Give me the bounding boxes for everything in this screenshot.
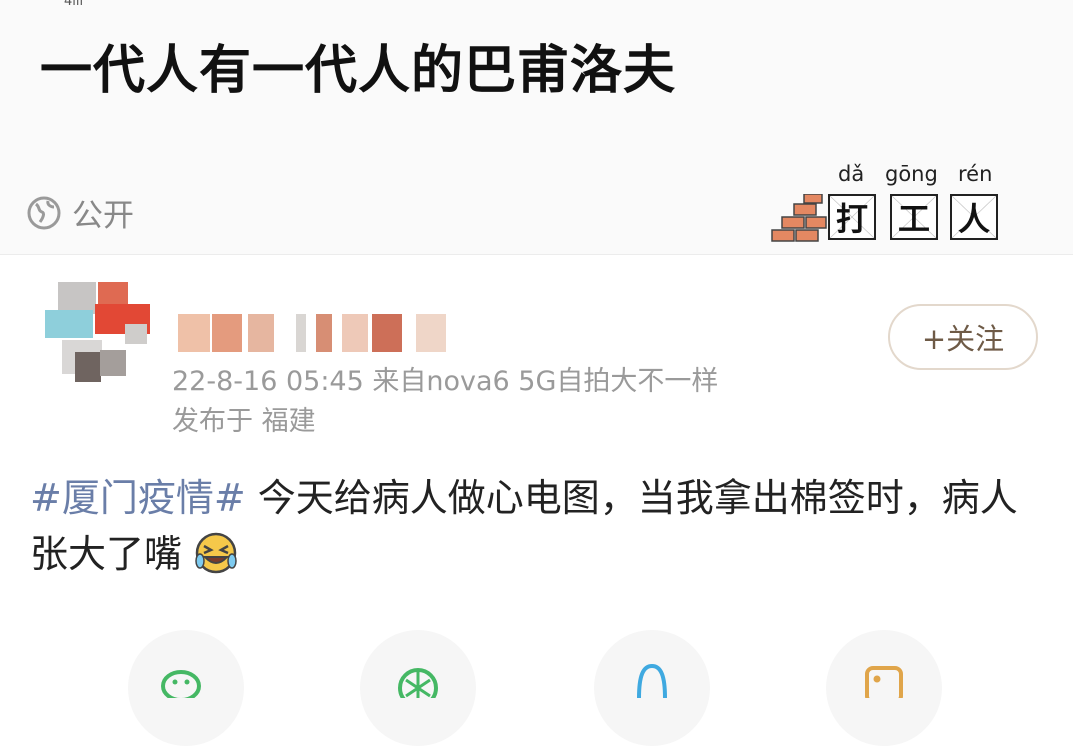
share-moments-button[interactable] <box>360 630 476 746</box>
globe-icon <box>26 195 62 231</box>
pinyin-row: dǎ gōng rén <box>830 162 1010 190</box>
pinyin-ren: rén <box>958 162 993 186</box>
image-icon <box>865 666 903 698</box>
status-mark: 4ill <box>64 0 84 9</box>
post-meta: 22-8-16 05:45 来自nova6 5G自拍大不一样 发布于 福建 <box>172 362 718 442</box>
wechat-icon <box>161 670 201 698</box>
visibility-label: 公开 <box>72 198 134 234</box>
pinyin-da: dǎ <box>838 162 865 186</box>
hashtag-link[interactable]: #厦门疫情# <box>30 476 246 520</box>
follow-button[interactable]: +关注 <box>888 304 1038 370</box>
page-title: 一代人有一代人的巴甫洛夫 <box>40 41 677 101</box>
header-area: 4ill 一代人有一代人的巴甫洛夫 公开 dǎ gōng rén 打 工 人 <box>0 0 1073 255</box>
laughing-tears-emoji <box>194 531 238 575</box>
share-action-bar <box>0 630 1073 746</box>
post-location: 发布于 福建 <box>172 406 316 437</box>
share-qq-button[interactable] <box>594 630 710 746</box>
moments-icon <box>398 668 438 698</box>
sticker-char-gong: 工 <box>890 194 938 240</box>
share-image-button[interactable] <box>826 630 942 746</box>
visibility-indicator[interactable]: 公开 <box>26 190 134 235</box>
username-pixelated[interactable] <box>178 310 458 356</box>
pinyin-gong: gōng <box>885 162 938 186</box>
dagongren-sticker: dǎ gōng rén 打 工 人 <box>770 162 1010 248</box>
divider <box>0 254 1073 255</box>
share-wechat-button[interactable] <box>128 630 244 746</box>
sticker-char-da: 打 <box>828 194 876 240</box>
timestamp-source: 22-8-16 05:45 来自nova6 5G自拍大不一样 <box>172 366 719 397</box>
avatar[interactable] <box>40 282 150 392</box>
qq-icon <box>637 663 667 698</box>
sticker-char-ren: 人 <box>950 194 998 240</box>
post-text: #厦门疫情# 今天给病人做心电图，当我拿出棉签时，病人张大了嘴 <box>30 470 1050 582</box>
bricks-icon <box>771 194 827 242</box>
